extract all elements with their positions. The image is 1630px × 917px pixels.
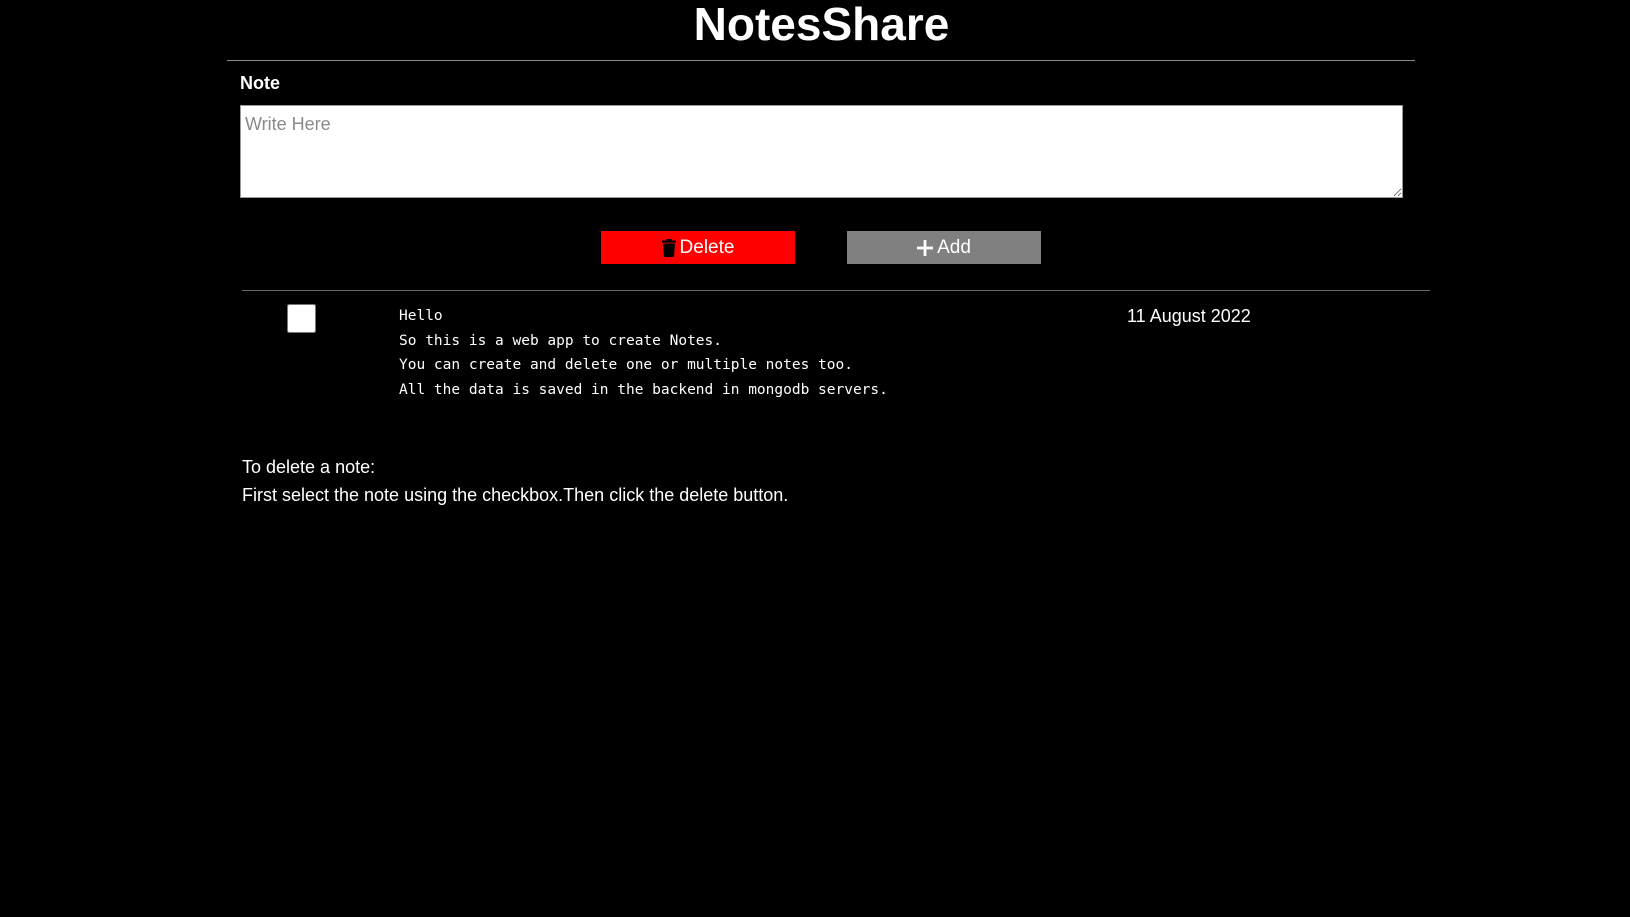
delete-button[interactable]: Delete [601,231,795,264]
note-date: 11 August 2022 [1127,306,1251,326]
help-text: To delete a note: First select the note … [242,453,788,509]
note-text: Hello So this is a web app to create Note… [399,304,888,402]
plus-icon [917,239,934,256]
add-button-label: Add [937,236,971,258]
note-text-line: So this is a web app to create Notes. [399,332,723,349]
note-text-line: Hello [399,308,443,324]
trash-icon [661,238,676,257]
note-text-line: You can create and delete one or multipl… [399,357,853,373]
list-divider [242,290,1430,291]
help-line-instructions: First select the note using the checkbox… [242,485,789,505]
app-title: NotesShare [693,0,950,50]
list-item: Hello So this is a web app to create Note… [242,292,1430,402]
help-line-title: To delete a note: [242,457,376,477]
delete-button-label: Delete [679,236,735,258]
note-label: Note [240,73,280,93]
note-input[interactable] [240,105,1403,198]
header-divider [227,60,1415,61]
note-checkbox[interactable] [287,304,316,333]
add-button[interactable]: Add [847,231,1041,264]
note-text-line: All the data is saved in the backend in … [399,381,888,398]
